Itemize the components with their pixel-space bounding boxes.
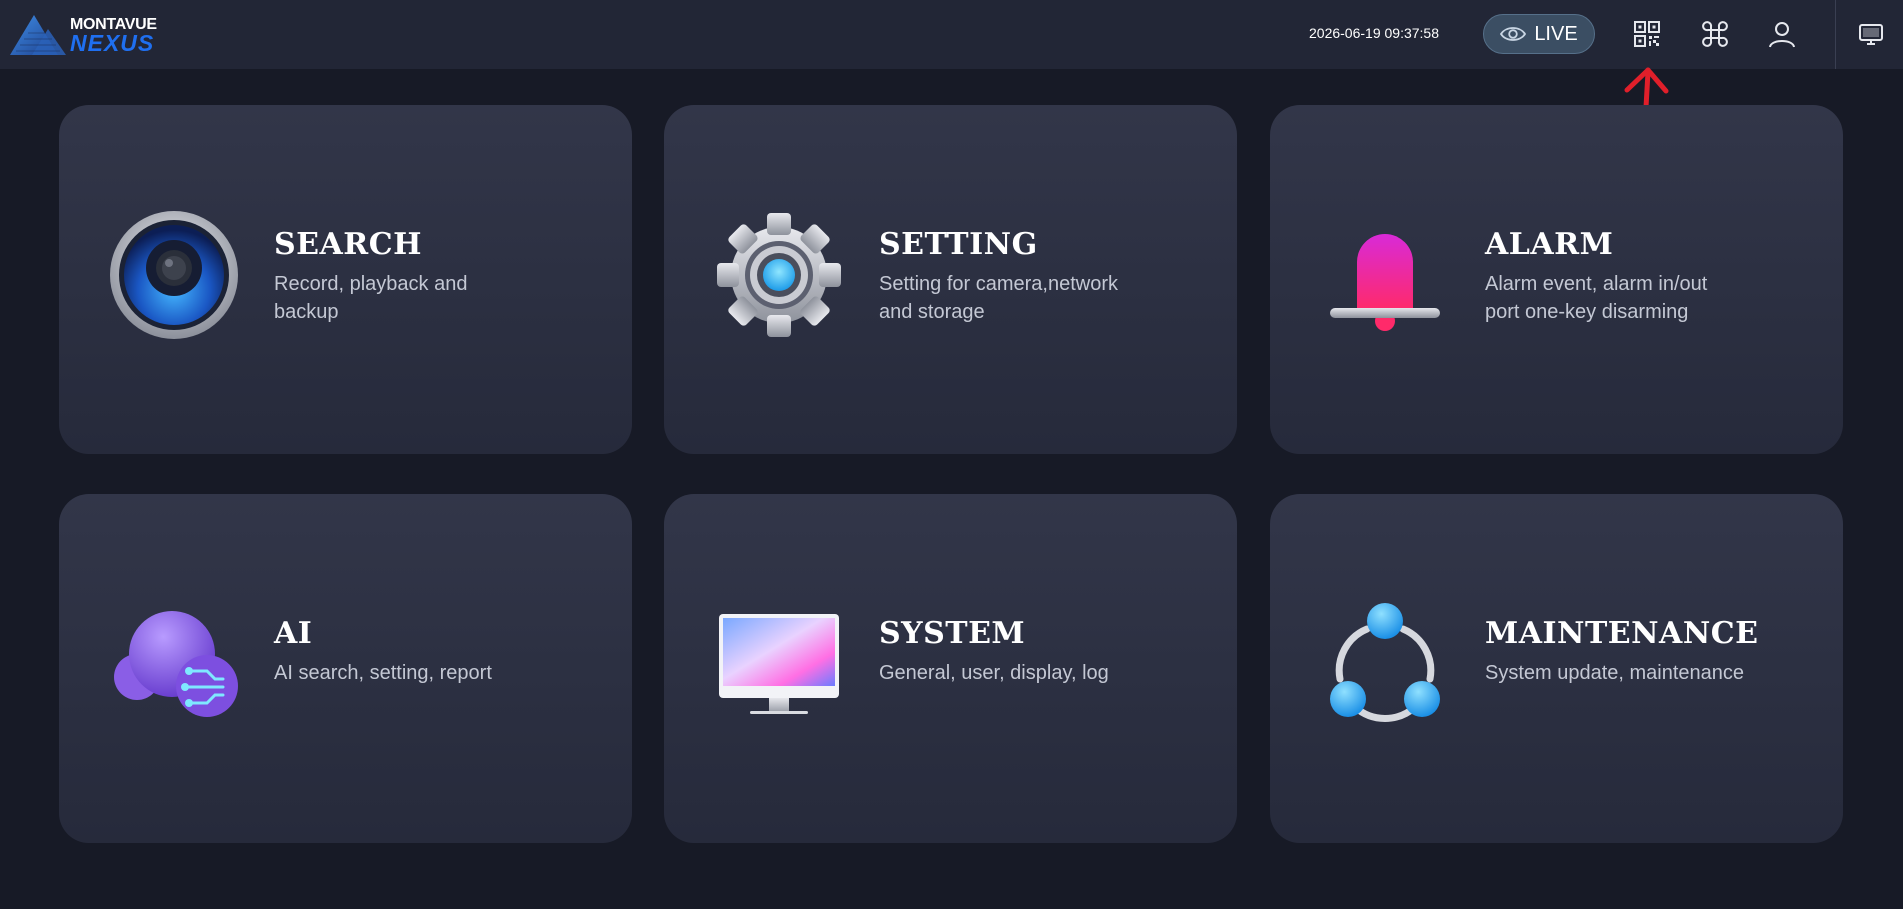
card-description: Setting for camera,network and storage	[879, 273, 1118, 323]
card-title: ALARM	[1485, 227, 1614, 262]
brand-logo: MONTAVUE NEXUS	[10, 11, 160, 56]
system-datetime: 2026-06-19 09:37:58	[1309, 25, 1439, 41]
live-label: LIVE	[1534, 22, 1578, 45]
card-description: AI search, setting, report	[274, 662, 492, 684]
setting-card[interactable]: SETTING Setting for camera,network and s…	[664, 105, 1237, 454]
ai-card[interactable]: AI AI search, setting, report	[59, 494, 632, 843]
card-title: MAINTENANCE	[1485, 616, 1759, 651]
alarm-bell-icon	[1330, 234, 1440, 331]
card-description: System update, maintenance	[1485, 662, 1745, 684]
logo-product-name: NEXUS	[70, 30, 155, 56]
ai-cloud-icon	[114, 611, 238, 717]
search-card[interactable]: SEARCH Record, playback and backup	[59, 105, 632, 454]
card-description: Alarm event, alarm in/out port one-key d…	[1485, 273, 1708, 323]
top-bar: MONTAVUE NEXUS 2026-06-19 09:37:58 LIVE	[0, 0, 1903, 69]
share-network-icon	[1330, 603, 1440, 722]
card-title: SEARCH	[274, 227, 422, 262]
user-icon[interactable]	[1767, 19, 1797, 49]
qr-code-icon[interactable]	[1632, 19, 1662, 49]
camera-lens-icon	[110, 211, 238, 339]
display-icon[interactable]	[1858, 19, 1884, 49]
command-icon[interactable]	[1700, 19, 1730, 49]
header-divider	[1835, 0, 1836, 69]
card-title: AI	[274, 616, 313, 651]
live-view-button[interactable]: LIVE	[1483, 14, 1595, 54]
system-card[interactable]: SYSTEM General, user, display, log	[664, 494, 1237, 843]
eye-icon	[1500, 27, 1527, 41]
maintenance-card[interactable]: MAINTENANCE System update, maintenance	[1270, 494, 1843, 843]
card-title: SYSTEM	[879, 616, 1026, 651]
card-description: Record, playback and backup	[274, 273, 468, 323]
gear-icon	[717, 213, 841, 337]
card-description: General, user, display, log	[879, 662, 1109, 684]
card-title: SETTING	[879, 227, 1038, 262]
alarm-card[interactable]: ALARM Alarm event, alarm in/out port one…	[1270, 105, 1843, 454]
monitor-icon	[719, 614, 839, 714]
